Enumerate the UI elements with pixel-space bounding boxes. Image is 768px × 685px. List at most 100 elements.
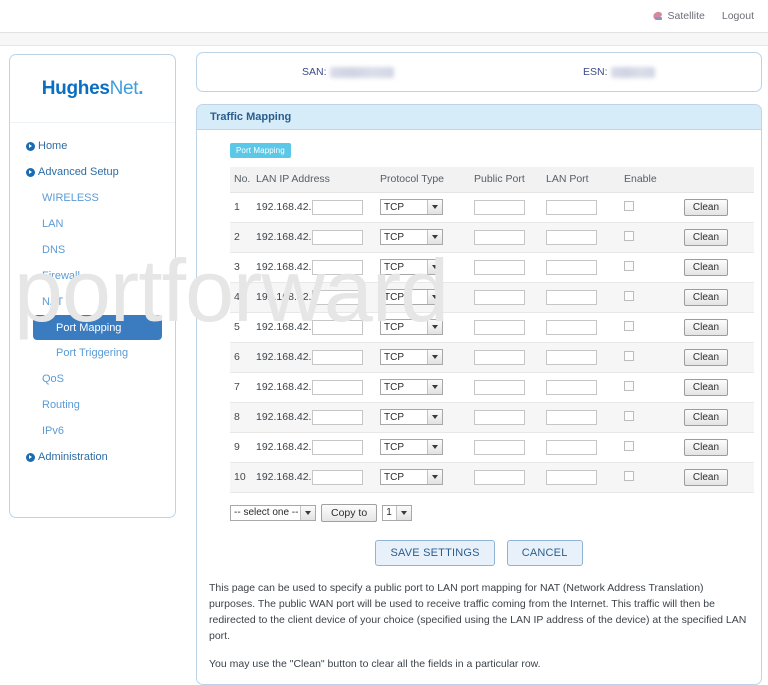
sidebar-item-wireless[interactable]: WIRELESS	[10, 185, 175, 211]
public-port-input[interactable]	[474, 259, 525, 275]
enable-checkbox[interactable]	[624, 230, 634, 241]
lan-ip-suffix-input[interactable]	[312, 409, 364, 425]
lan-ip-suffix-input[interactable]	[312, 319, 364, 335]
public-port-input[interactable]	[474, 229, 525, 245]
lan-ip-cell: 192.168.42.	[256, 342, 380, 373]
lan-ip-suffix-input[interactable]	[312, 379, 364, 395]
enable-checkbox[interactable]	[624, 440, 634, 451]
public-port-input[interactable]	[474, 469, 525, 485]
sidebar-item-qos[interactable]: QoS	[10, 366, 175, 392]
sidebar-item-nat[interactable]: NAT	[10, 289, 175, 315]
clean-row-button[interactable]: Clean	[684, 258, 728, 276]
table-row: 2 192.168.42. TCP Clean	[230, 222, 754, 253]
protocol-type-select[interactable]: TCP	[380, 409, 443, 425]
protocol-type-select[interactable]: TCP	[380, 259, 443, 275]
clean-row-button[interactable]: Clean	[684, 288, 728, 306]
satellite-status-link[interactable]: Satellite	[651, 10, 705, 22]
clean-row-button[interactable]: Clean	[684, 198, 728, 216]
lan-port-input[interactable]	[546, 469, 597, 485]
logout-link[interactable]: Logout	[722, 10, 754, 22]
enable-checkbox[interactable]	[624, 380, 634, 391]
public-port-input[interactable]	[474, 319, 525, 335]
protocol-type-select[interactable]: TCP	[380, 379, 443, 395]
sidebar-item-routing[interactable]: Routing	[10, 392, 175, 418]
enable-checkbox[interactable]	[624, 410, 634, 421]
lan-port-input[interactable]	[546, 289, 597, 305]
protocol-type-value: TCP	[384, 351, 404, 363]
lan-port-input[interactable]	[546, 229, 597, 245]
sidebar-item-lan[interactable]: LAN	[10, 211, 175, 237]
protocol-type-select[interactable]: TCP	[380, 319, 443, 335]
protocol-type-select[interactable]: TCP	[380, 229, 443, 245]
sidebar-item-dns[interactable]: DNS	[10, 237, 175, 263]
tab-bar: Port Mapping	[197, 140, 761, 158]
protocol-type-select[interactable]: TCP	[380, 439, 443, 455]
lan-ip-suffix-input[interactable]	[312, 289, 364, 305]
table-row: 3 192.168.42. TCP Clean	[230, 252, 754, 283]
chevron-right-icon	[26, 452, 35, 462]
protocol-type-select[interactable]: TCP	[380, 199, 443, 215]
sidebar-item-administration[interactable]: Administration	[10, 444, 175, 470]
lan-port-input[interactable]	[546, 409, 597, 425]
source-row-select[interactable]: -- select one --	[230, 504, 316, 521]
enable-checkbox[interactable]	[624, 320, 634, 331]
clean-row-button[interactable]: Clean	[684, 318, 728, 336]
enable-checkbox[interactable]	[624, 350, 634, 361]
lan-ip-suffix-input[interactable]	[312, 439, 364, 455]
clean-row-button[interactable]: Clean	[684, 228, 728, 246]
public-port-input[interactable]	[474, 439, 525, 455]
target-row-select[interactable]: 1	[382, 504, 413, 521]
protocol-type-select[interactable]: TCP	[380, 469, 443, 485]
lan-port-input[interactable]	[546, 439, 597, 455]
protocol-type-value: TCP	[384, 321, 404, 333]
public-port-input[interactable]	[474, 349, 525, 365]
enable-cell	[624, 372, 684, 403]
copy-to-button[interactable]: Copy to	[321, 503, 378, 522]
actions-cell: Clean	[684, 252, 754, 283]
enable-checkbox[interactable]	[624, 470, 634, 481]
public-port-input[interactable]	[474, 379, 525, 395]
public-port-input[interactable]	[474, 409, 525, 425]
public-port-cell	[474, 312, 546, 343]
lan-ip-suffix-input[interactable]	[312, 259, 364, 275]
sidebar-item-advanced-setup[interactable]: Advanced Setup	[10, 159, 175, 185]
lan-ip-suffix-input[interactable]	[312, 199, 364, 215]
lan-ip-cell: 192.168.42.	[256, 252, 380, 283]
sidebar-item-port-triggering[interactable]: Port Triggering	[10, 340, 175, 366]
lan-ip-suffix-input[interactable]	[312, 469, 364, 485]
enable-cell	[624, 282, 684, 313]
protocol-type-select[interactable]: TCP	[380, 349, 443, 365]
lan-port-input[interactable]	[546, 349, 597, 365]
col-header-lan-ip: LAN IP Address	[256, 167, 380, 193]
lan-ip-suffix-input[interactable]	[312, 349, 364, 365]
clean-row-button[interactable]: Clean	[684, 438, 728, 456]
protocol-type-select[interactable]: TCP	[380, 289, 443, 305]
lan-port-input[interactable]	[546, 379, 597, 395]
lan-ip-suffix-input[interactable]	[312, 229, 364, 245]
chevron-down-icon	[427, 410, 442, 424]
clean-row-button[interactable]: Clean	[684, 468, 728, 486]
tab-port-mapping[interactable]: Port Mapping	[230, 143, 291, 158]
public-port-input[interactable]	[474, 199, 525, 215]
chevron-right-icon	[26, 141, 35, 151]
save-settings-button[interactable]: SAVE SETTINGS	[375, 539, 495, 566]
cancel-button[interactable]: CANCEL	[506, 539, 583, 566]
clean-row-button[interactable]: Clean	[684, 378, 728, 396]
clean-row-button[interactable]: Clean	[684, 348, 728, 366]
sidebar-item-ipv6[interactable]: IPv6	[10, 418, 175, 444]
lan-port-input[interactable]	[546, 259, 597, 275]
enable-cell	[624, 342, 684, 373]
public-port-input[interactable]	[474, 289, 525, 305]
lan-ip-prefix: 192.168.42.	[256, 231, 312, 243]
sidebar-item-port-mapping[interactable]: Port Mapping	[33, 315, 162, 340]
lan-port-input[interactable]	[546, 199, 597, 215]
actions-cell: Clean	[684, 462, 754, 493]
sidebar-item-home[interactable]: Home	[10, 133, 175, 159]
clean-row-button[interactable]: Clean	[684, 408, 728, 426]
enable-checkbox[interactable]	[624, 260, 634, 271]
lan-ip-prefix: 192.168.42.	[256, 381, 312, 393]
lan-port-input[interactable]	[546, 319, 597, 335]
enable-checkbox[interactable]	[624, 290, 634, 301]
sidebar-item-firewall[interactable]: Firewall	[10, 263, 175, 289]
enable-checkbox[interactable]	[624, 200, 634, 211]
